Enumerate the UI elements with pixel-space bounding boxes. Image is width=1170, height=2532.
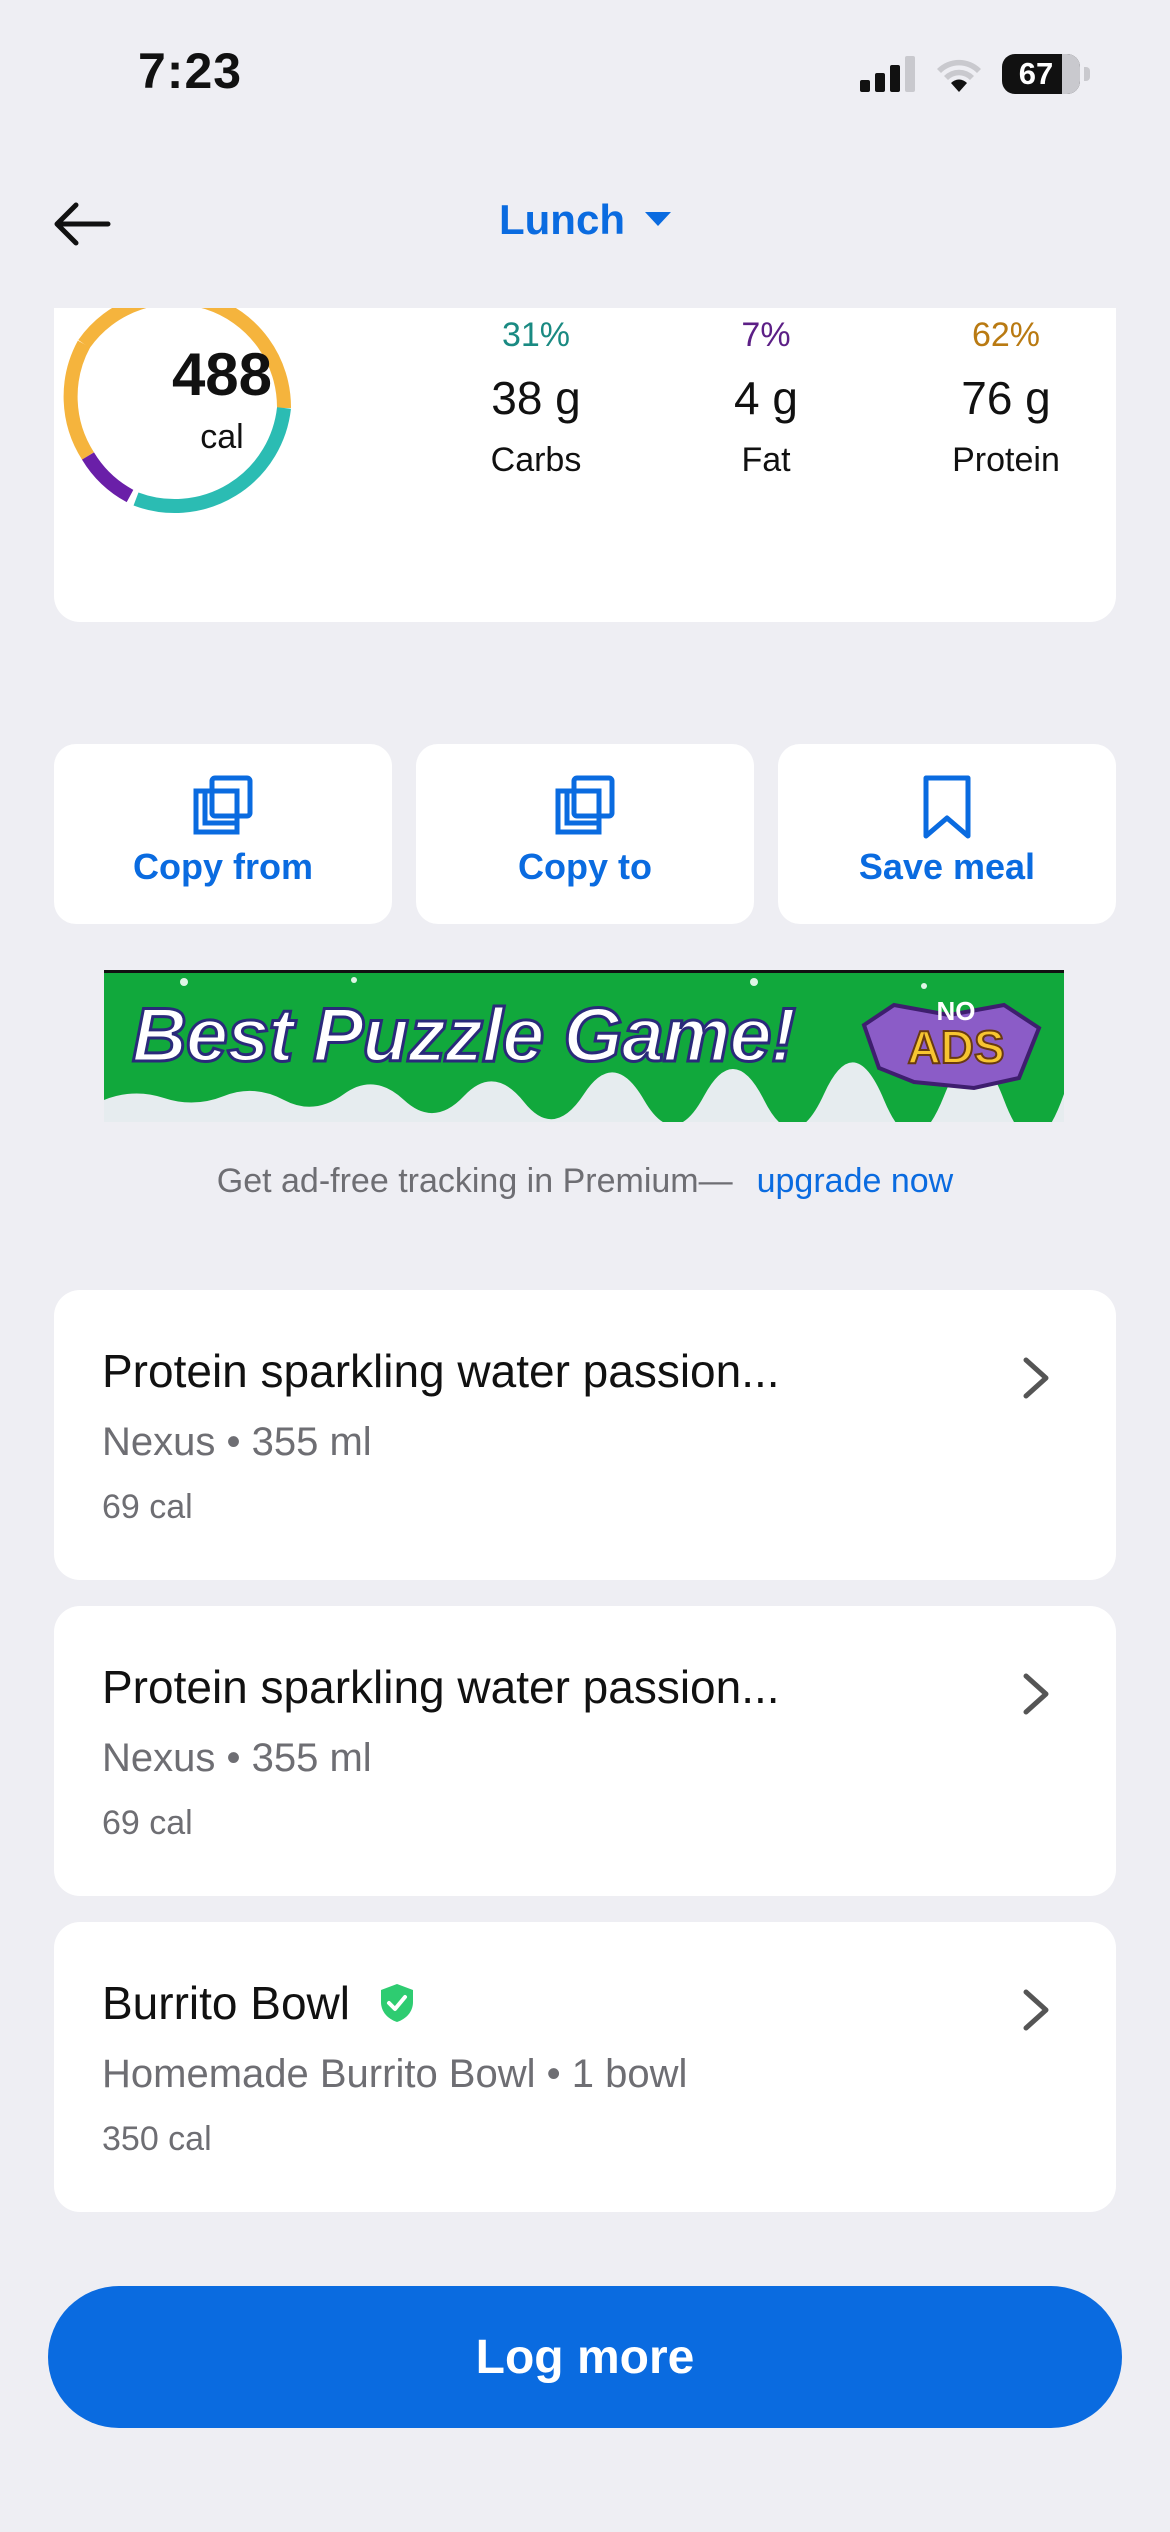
macro-percent: 62% — [971, 316, 1041, 354]
log-more-button[interactable]: Log more — [48, 2286, 1122, 2428]
meal-title: Lunch — [499, 196, 625, 243]
copy-to-button[interactable]: Copy to — [416, 744, 754, 924]
macro-percent: 31% — [501, 316, 571, 354]
food-name-row: Burrito Bowl — [102, 1976, 416, 2030]
calorie-total: 488 — [171, 341, 273, 408]
chevron-right-icon — [1023, 1989, 1049, 2031]
calorie-unit: cal — [200, 418, 244, 456]
copy-from-button[interactable]: Copy from — [54, 744, 392, 924]
food-item[interactable]: Burrito Bowl Homemade Burrito Bowl • 1 b… — [54, 1922, 1116, 2212]
macro-amount: 76 g — [961, 372, 1051, 424]
food-detail: Nexus • 355 ml — [102, 1736, 372, 1780]
ad-badge-bottom: ADS — [906, 1020, 1005, 1074]
macro-amount: 4 g — [734, 372, 798, 424]
copy-from-label: Copy from — [133, 846, 313, 887]
macro-carbs: 31% 38 g Carbs — [436, 316, 636, 480]
meal-selector[interactable]: Lunch — [0, 196, 1170, 244]
macro-label: Fat — [741, 441, 791, 479]
food-calories: 69 cal — [102, 1804, 193, 1842]
upgrade-link[interactable]: upgrade now — [757, 1162, 954, 1200]
food-calories: 69 cal — [102, 1488, 193, 1526]
premium-note: Get ad-free tracking in Premium— upgrade … — [0, 1162, 1170, 1201]
food-detail: Nexus • 355 ml — [102, 1420, 372, 1464]
macro-amount: 38 g — [491, 372, 581, 424]
battery-level: 67 — [1018, 56, 1054, 91]
premium-note-text: Get ad-free tracking in Premium— — [216, 1162, 733, 1200]
food-name: Burrito Bowl — [102, 1977, 350, 2029]
macro-protein: 62% 76 g Protein — [906, 316, 1106, 480]
chevron-right-icon — [1023, 1357, 1049, 1399]
save-meal-button[interactable]: Save meal — [778, 744, 1116, 924]
bookmark-icon — [923, 775, 971, 839]
food-calories: 350 cal — [102, 2120, 212, 2158]
ad-headline: Best Puzzle Game! — [131, 992, 798, 1080]
verified-shield-icon — [380, 1984, 413, 2022]
copy-icon — [193, 775, 253, 835]
calorie-ring — [54, 296, 294, 513]
food-item[interactable]: Protein sparkling water passion... Nexus… — [54, 1606, 1116, 1896]
wifi-icon — [937, 59, 981, 92]
ad-banner[interactable]: Best Puzzle Game! NO ADS — [104, 970, 1064, 1122]
copy-to-label: Copy to — [518, 846, 652, 887]
battery-icon: 67 — [1002, 54, 1080, 94]
food-detail: Homemade Burrito Bowl • 1 bowl — [102, 2052, 688, 2096]
protein-arc-left — [63, 340, 94, 460]
food-name: Protein sparkling water passion... — [102, 1345, 780, 1397]
status-icons: 67 — [858, 52, 1090, 96]
fat-arc — [82, 452, 134, 503]
cellular-signal-icon — [860, 56, 915, 92]
macro-fat: 7% 4 g Fat — [666, 316, 866, 480]
macro-label: Carbs — [490, 441, 582, 479]
food-item[interactable]: Protein sparkling water passion... Nexus… — [54, 1290, 1116, 1580]
save-meal-label: Save meal — [858, 846, 1036, 887]
macro-percent: 7% — [741, 316, 791, 354]
macro-label: Protein — [952, 441, 1060, 479]
caret-down-icon — [644, 211, 671, 226]
status-time: 7:23 — [138, 43, 243, 99]
food-name: Protein sparkling water passion... — [102, 1661, 780, 1713]
chevron-right-icon — [1023, 1673, 1049, 1715]
copy-icon — [555, 775, 615, 835]
